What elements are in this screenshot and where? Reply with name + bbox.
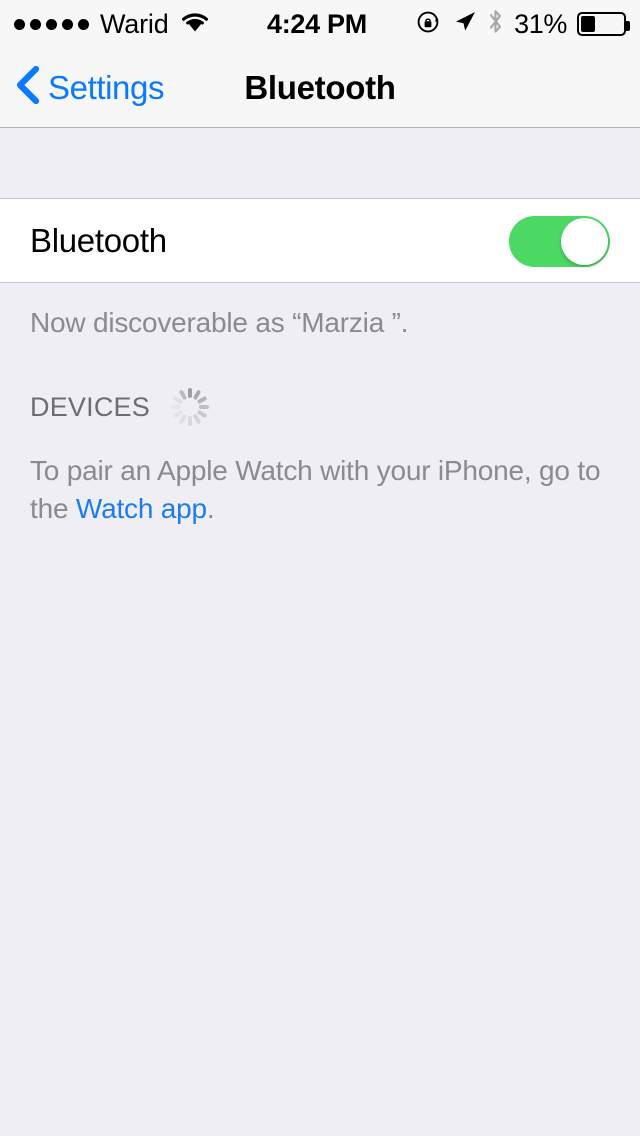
spinner-spoke [178,413,188,425]
battery-fill [581,16,595,32]
group-top-spacer [0,128,640,198]
discoverable-note: Now discoverable as “Marzia ”. [30,307,409,338]
settings-content: Bluetooth Now discoverable as “Marzia ”.… [0,128,640,1136]
bluetooth-toggle-row[interactable]: Bluetooth [0,198,640,283]
spinner-spoke [196,395,208,405]
spinner-spoke [187,416,192,426]
status-bar: Warid 4:24 PM 31% [0,0,640,48]
rotation-lock-icon [416,9,442,40]
pair-note-suffix: . [206,492,215,524]
spinner-spoke [187,388,192,398]
devices-section-header: DEVICES [30,388,640,426]
status-bar-right: 31% [416,0,630,48]
navigation-bar: Settings Bluetooth [0,48,640,128]
location-arrow-icon [452,9,477,39]
battery-percent-label: 31% [514,8,567,39]
bluetooth-icon [487,8,504,40]
status-bar-clock: 4:24 PM [267,8,367,39]
activity-indicator-icon [170,387,210,427]
toggle-knob [561,218,608,265]
devices-section-label: DEVICES [30,391,150,422]
bluetooth-toggle-switch[interactable] [509,216,610,267]
watch-app-link[interactable]: Watch app [76,493,207,524]
page-title: Bluetooth [244,68,396,106]
pair-apple-watch-note: To pair an Apple Watch with your iPhone,… [30,452,610,527]
bluetooth-row-label: Bluetooth [30,221,167,259]
spinner-spoke [198,405,209,409]
battery-icon [577,12,630,36]
spinner-spoke [170,405,181,409]
